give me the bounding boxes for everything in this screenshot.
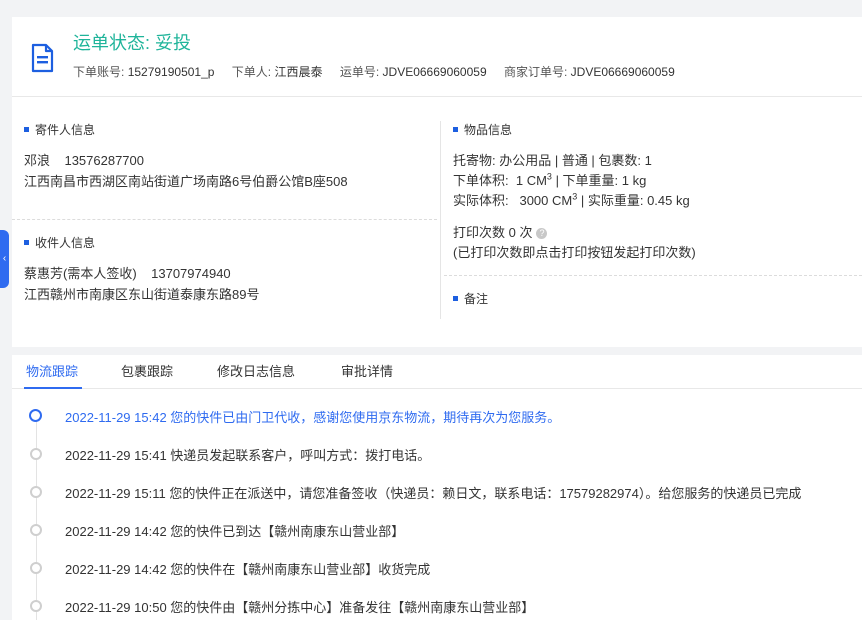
document-icon <box>31 43 54 73</box>
sender-section-title: 寄件人信息 <box>24 121 95 138</box>
print-note: (已打印次数即点击打印按钮发起打印次数) <box>453 245 696 260</box>
waybill-label: 运单号: <box>339 65 380 79</box>
tabs-divider <box>12 388 862 389</box>
waybill-status: 运单状态: 妥投 <box>73 29 191 55</box>
actual-weight: | 实际重量: 0.45 kg <box>580 193 690 208</box>
account-label: 下单账号: <box>73 65 125 79</box>
print-count: 打印次数 0 次 <box>453 225 533 240</box>
receiver-contact: 蔡惠芳(需本人签收) 13707974940 <box>24 263 231 282</box>
waybill-value: JDVE06669060059 <box>382 65 487 79</box>
question-icon[interactable]: ? <box>536 228 548 240</box>
order-volume-label: 下单体积: <box>453 173 509 188</box>
receiver-name: 蔡惠芳(需本人签收) <box>24 266 137 281</box>
tab-change-log[interactable]: 修改日志信息 <box>217 361 295 380</box>
actual-volume-label: 实际体积: <box>453 193 509 208</box>
timeline-dot <box>30 600 42 612</box>
tab-package-tracking[interactable]: 包裹跟踪 <box>121 361 173 380</box>
waybill-detail-card: 运单状态: 妥投 下单账号: 15279190501_p 下单人: 江西晨泰 运… <box>12 17 862 620</box>
sender-phone: 13576287700 <box>64 153 144 168</box>
sender-name: 邓浪 <box>24 153 51 168</box>
timeline-dot <box>30 486 42 498</box>
merchant-order-label: 商家订单号: <box>503 65 568 79</box>
info-vertical-divider <box>440 121 441 319</box>
active-tab-indicator <box>24 387 82 389</box>
actual-volume-unit-sup: 3 <box>572 191 578 202</box>
timeline-dot <box>30 562 42 574</box>
goods-section-title: 物品信息 <box>453 121 512 138</box>
print-count-row: 打印次数 0 次? <box>453 222 548 241</box>
timeline-item: 2022-11-29 14:42 您的快件已到达【赣州南康东山营业部】 <box>65 524 405 539</box>
tab-approval-details[interactable]: 审批详情 <box>341 361 393 380</box>
waybill-meta: 下单账号: 15279190501_p 下单人: 江西晨泰 运单号: JDVE0… <box>73 63 675 80</box>
goods-order-volume-weight: 下单体积: 1 CM3 | 下单重量: 1 kg <box>453 170 646 189</box>
goods-divider <box>444 275 862 276</box>
receiver-phone: 13707974940 <box>151 266 231 281</box>
status-value: 妥投 <box>155 33 192 53</box>
order-volume-value: 1 CM <box>515 173 547 188</box>
remark-section-title: 备注 <box>453 290 488 307</box>
tab-logistics-tracking[interactable]: 物流跟踪 <box>26 361 78 380</box>
goods-line-1: 托寄物: 办公用品 | 普通 | 包裹数: 1 <box>453 153 652 168</box>
orderer-label: 下单人: <box>231 65 272 79</box>
sender-address: 江西南昌市西湖区南站街道广场南路6号伯爵公馆B座508 <box>24 174 348 189</box>
goods-actual-volume-weight: 实际体积: 3000 CM3 | 实际重量: 0.45 kg <box>453 190 690 209</box>
receiver-address: 江西赣州市南康区东山街道泰康东路89号 <box>24 287 260 302</box>
orderer-value: 江西晨泰 <box>274 65 323 79</box>
timeline-item: 2022-11-29 15:11 您的快件正在派送中，请您准备签收（快递员：赖日… <box>65 486 802 501</box>
status-label: 运单状态: <box>73 33 151 53</box>
chevron-left-icon[interactable]: ‹ <box>0 230 9 288</box>
order-weight: | 下单重量: 1 kg <box>555 173 647 188</box>
timeline-item: 2022-11-29 15:41 快递员发起联系客户，呼叫方式：拨打电话。 <box>65 448 431 463</box>
merchant-order-value: JDVE06669060059 <box>570 65 675 79</box>
timeline-item: 2022-11-29 15:42 您的快件已由门卫代收，感谢您使用京东物流，期待… <box>65 410 561 425</box>
section-gap <box>12 347 862 355</box>
order-volume-unit-sup: 3 <box>546 171 552 182</box>
actual-volume-value: 3000 CM <box>519 193 573 208</box>
timeline-item: 2022-11-29 10:50 您的快件由【赣州分拣中心】准备发往【赣州南康东… <box>65 600 535 615</box>
header-divider <box>12 96 862 97</box>
receiver-section-title: 收件人信息 <box>24 234 95 251</box>
sender-divider <box>12 219 437 220</box>
timeline-dot-active <box>29 409 42 422</box>
timeline-item: 2022-11-29 14:42 您的快件在【赣州南康东山营业部】收货完成 <box>65 562 431 577</box>
timeline-dot <box>30 524 42 536</box>
account-value: 15279190501_p <box>127 65 215 79</box>
timeline-dot <box>30 448 42 460</box>
sender-contact: 邓浪 13576287700 <box>24 150 144 169</box>
